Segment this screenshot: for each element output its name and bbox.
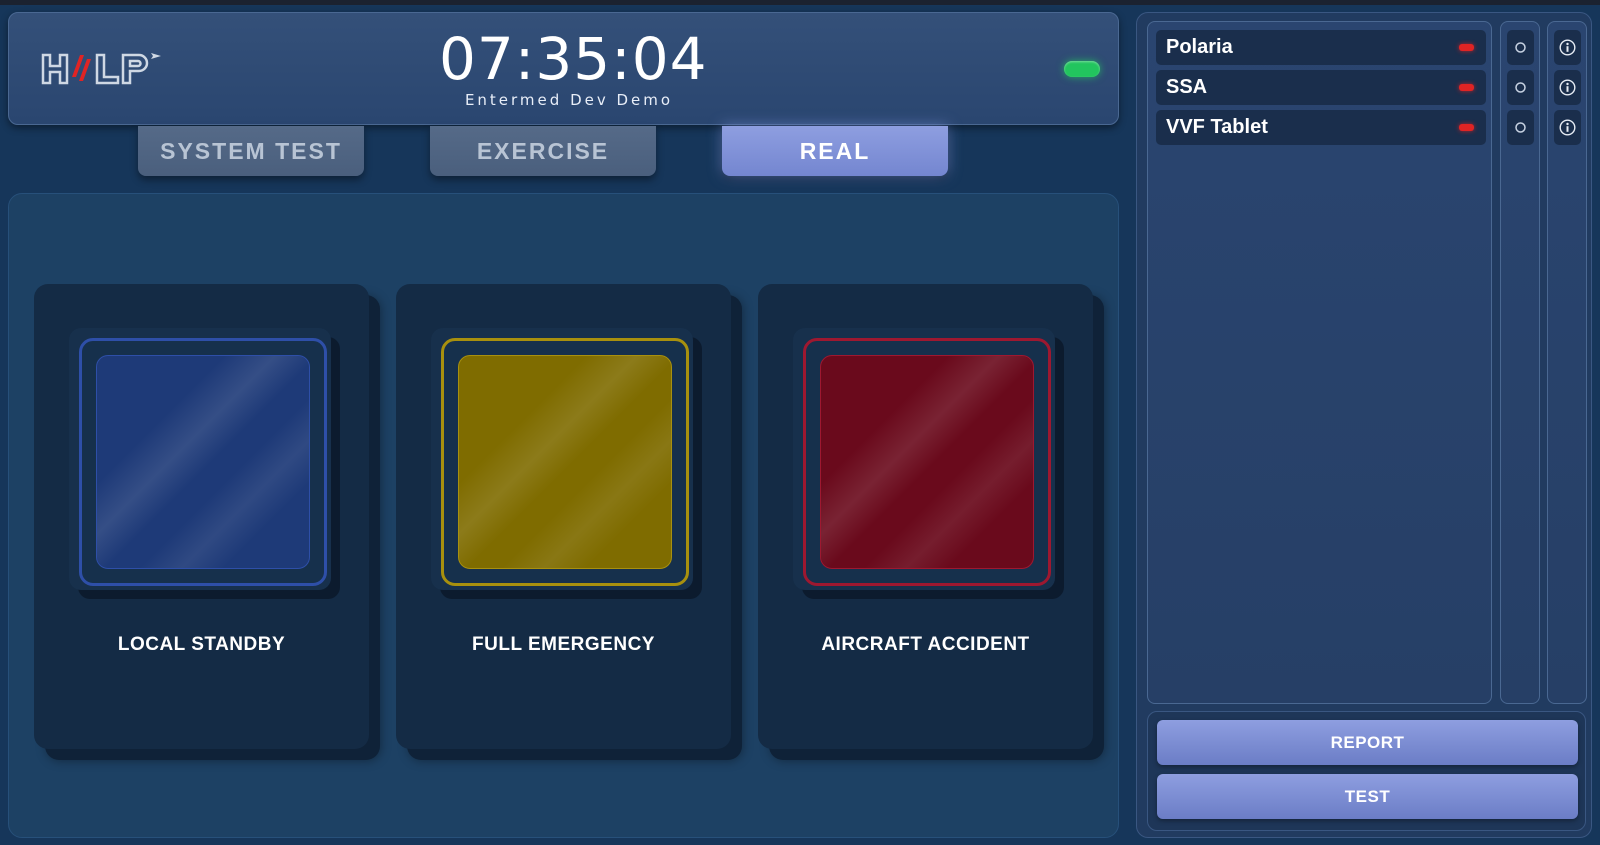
- device-toggle-button[interactable]: [1507, 30, 1534, 65]
- devices-panel: Polaria SSA VVF Tablet REPORT TEST: [1136, 12, 1592, 838]
- info-circle-icon: [1559, 79, 1576, 96]
- top-strip: [0, 0, 1600, 5]
- full-emergency-button[interactable]: [458, 355, 672, 569]
- connection-status-led: [1064, 61, 1100, 77]
- alert-button-well: [431, 328, 693, 590]
- device-status-led: [1459, 84, 1474, 91]
- device-toggle-button[interactable]: [1507, 110, 1534, 145]
- device-toggle-column: [1500, 21, 1540, 704]
- tab-exercise[interactable]: EXERCISE: [430, 126, 656, 176]
- device-name: SSA: [1166, 76, 1208, 98]
- site-name: Entermed Dev Demo: [464, 91, 674, 109]
- report-button[interactable]: REPORT: [1157, 720, 1578, 765]
- device-row-ssa[interactable]: SSA: [1156, 70, 1486, 105]
- device-row-polaria[interactable]: Polaria: [1156, 30, 1486, 65]
- device-toggle-button[interactable]: [1507, 70, 1534, 105]
- device-name: Polaria: [1166, 36, 1233, 58]
- info-circle-icon: [1559, 39, 1576, 56]
- device-row-vvf-tablet[interactable]: VVF Tablet: [1156, 110, 1486, 145]
- device-list: Polaria SSA VVF Tablet: [1147, 21, 1492, 704]
- alert-button-frame: [803, 338, 1051, 586]
- device-info-button[interactable]: [1554, 30, 1581, 65]
- device-name: VVF Tablet: [1166, 116, 1268, 138]
- info-circle-icon: [1559, 119, 1576, 136]
- alert-button-frame: [441, 338, 689, 586]
- action-buttons: REPORT TEST: [1147, 711, 1586, 831]
- alert-card-full-emergency[interactable]: FULL EMERGENCY: [396, 284, 731, 749]
- clock-display: 07:35:04: [439, 25, 708, 93]
- device-status-led: [1459, 44, 1474, 51]
- local-standby-button[interactable]: [96, 355, 310, 569]
- alert-label: FULL EMERGENCY: [472, 634, 655, 655]
- alert-card-local-standby[interactable]: LOCAL STANDBY: [34, 284, 369, 749]
- alert-button-well: [793, 328, 1055, 590]
- help-logo-icon: [41, 53, 161, 85]
- device-status-led: [1459, 124, 1474, 131]
- header-bar: 07:35:04 Entermed Dev Demo: [8, 12, 1119, 125]
- device-info-column: [1547, 21, 1587, 704]
- device-info-button[interactable]: [1554, 110, 1581, 145]
- device-info-button[interactable]: [1554, 70, 1581, 105]
- alert-button-frame: [79, 338, 327, 586]
- circle-outline-icon: [1515, 122, 1526, 133]
- aircraft-accident-button[interactable]: [820, 355, 1034, 569]
- test-button[interactable]: TEST: [1157, 774, 1578, 819]
- tab-real-emergency[interactable]: REAL EMERGENCY: [722, 126, 948, 214]
- alert-label: LOCAL STANDBY: [117, 634, 286, 655]
- circle-outline-icon: [1515, 42, 1526, 53]
- alert-card-aircraft-accident[interactable]: AIRCRAFT ACCIDENT: [758, 284, 1093, 749]
- alert-label: AIRCRAFT ACCIDENT: [821, 634, 1030, 655]
- circle-outline-icon: [1515, 82, 1526, 93]
- alert-button-well: [69, 328, 331, 590]
- tab-system-test[interactable]: SYSTEM TEST: [138, 126, 364, 176]
